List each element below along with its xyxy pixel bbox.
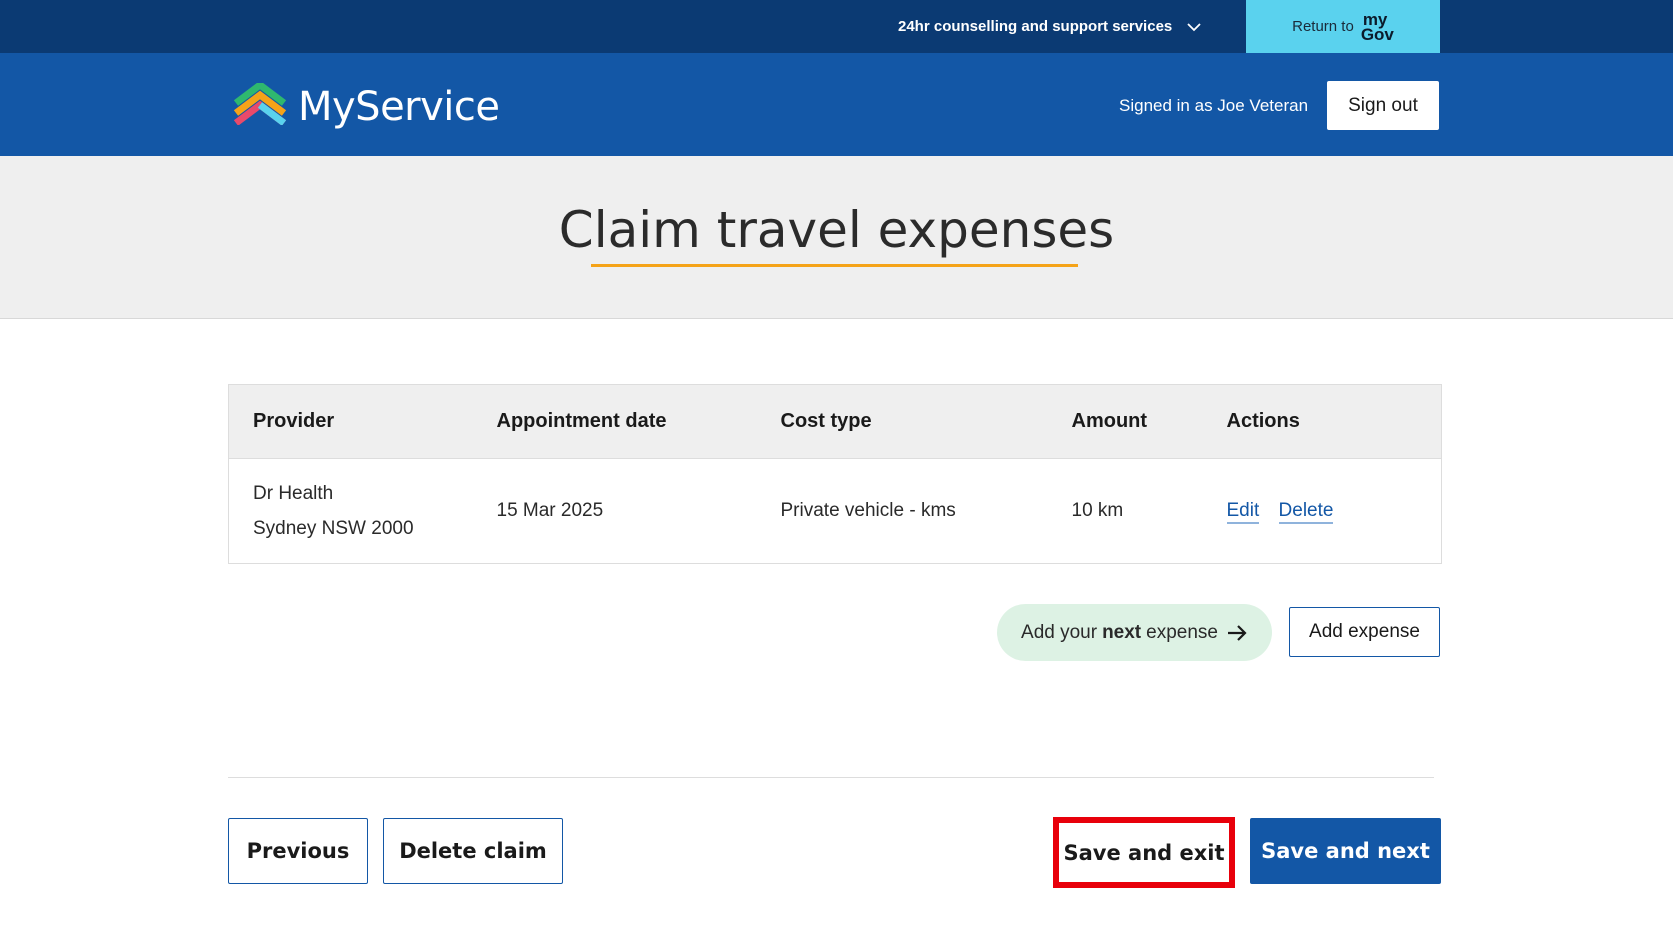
title-underline (591, 264, 1078, 267)
add-expense-button[interactable]: Add expense (1289, 607, 1440, 657)
previous-button[interactable]: Previous (228, 818, 368, 884)
provider-location: Sydney NSW 2000 (253, 518, 414, 539)
hint-suffix: expense (1146, 621, 1218, 643)
save-exit-highlight: Save and exit (1053, 817, 1235, 888)
hint-bold: next (1102, 621, 1142, 643)
support-services-label: 24hr counselling and support services (898, 18, 1173, 35)
column-header-amount: Amount (1071, 384, 1227, 459)
column-header-actions: Actions (1226, 384, 1442, 459)
signed-in-status: Signed in as Joe Veteran (1119, 96, 1309, 115)
site-header: MyService Signed in as Joe Veteran Sign … (0, 53, 1673, 156)
save-and-exit-button[interactable]: Save and exit (1059, 823, 1229, 882)
arrow-right-icon (1226, 622, 1248, 644)
amount-cell: 10 km (1071, 500, 1124, 521)
logo-text: MyService (298, 83, 500, 130)
return-to-label: Return to (1292, 18, 1354, 35)
actions-cell: Edit Delete (1226, 459, 1442, 564)
save-and-next-button[interactable]: Save and next (1250, 818, 1441, 884)
support-services-dropdown[interactable]: 24hr counselling and support services (898, 0, 1202, 53)
cost-type-cell: Private vehicle - kms (780, 500, 956, 521)
hint-prefix: Add your (1021, 621, 1098, 643)
provider-cell: Dr Health Sydney NSW 2000 (229, 459, 497, 564)
delete-expense-link[interactable]: Delete (1278, 500, 1334, 524)
sign-out-button[interactable]: Sign out (1327, 81, 1439, 130)
table-header-row: Provider Appointment date Cost type Amou… (228, 384, 1442, 459)
delete-claim-button[interactable]: Delete claim (383, 818, 563, 884)
footer-divider (228, 777, 1434, 778)
expenses-table: Provider Appointment date Cost type Amou… (228, 384, 1442, 564)
column-header-provider: Provider (228, 384, 497, 459)
appointment-date-cell: 15 Mar 2025 (496, 500, 604, 521)
column-header-cost-type: Cost type (780, 384, 1072, 459)
page-title: Claim travel expenses (558, 201, 1115, 259)
column-header-appointment-date: Appointment date (496, 384, 781, 459)
chevron-down-icon (1186, 19, 1202, 35)
utility-bar: 24hr counselling and support services Re… (0, 0, 1673, 53)
myservice-chevron-icon (232, 80, 288, 130)
title-band: Claim travel expenses (0, 156, 1673, 319)
provider-name: Dr Health (253, 483, 334, 504)
table-row: Dr Health Sydney NSW 2000 15 Mar 2025 Pr… (229, 459, 1442, 564)
edit-expense-link[interactable]: Edit (1226, 500, 1260, 524)
mygov-logo: my Gov (1360, 9, 1394, 44)
add-next-expense-hint: Add your next expense (997, 604, 1272, 661)
return-to-mygov-button[interactable]: Return to my Gov (1246, 0, 1440, 53)
myservice-logo[interactable]: MyService (232, 80, 500, 130)
